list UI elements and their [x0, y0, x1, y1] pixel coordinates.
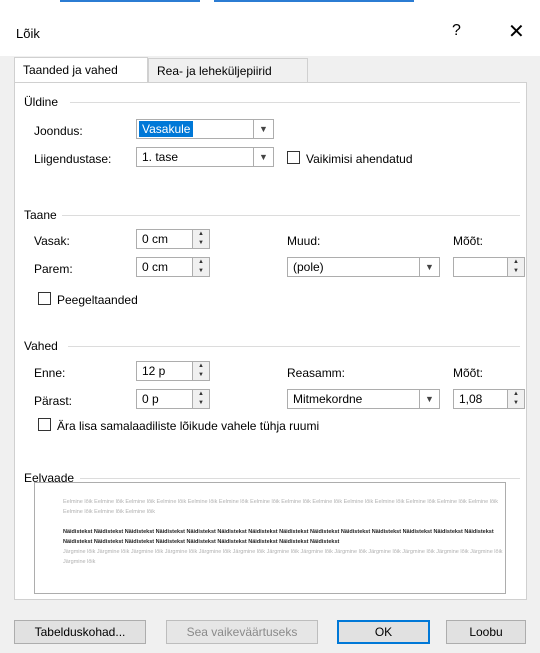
cancel-button[interactable]: Loobu	[446, 620, 526, 644]
alignment-value: Vasakule	[139, 121, 194, 137]
alignment-select[interactable]: Vasakule ▼	[136, 119, 274, 139]
special-indent-label: Muud:	[287, 234, 321, 248]
right-indent-label: Parem:	[34, 262, 73, 276]
dont-add-space-label: Ära lisa samalaadiliste lõikude vahele t…	[57, 419, 320, 433]
right-indent-value: 0 cm	[142, 260, 169, 274]
spin-down-icon[interactable]: ▼	[508, 267, 524, 276]
spacing-before-label: Enne:	[34, 366, 66, 380]
section-general-label: Üldine	[24, 95, 59, 109]
chevron-down-icon[interactable]: ▼	[419, 390, 439, 408]
spacing-after-input[interactable]: 0 p ▲ ▼	[136, 389, 210, 409]
tab-line-and-page-breaks[interactable]: Rea- ja leheküljepiirid	[148, 58, 308, 82]
section-divider	[62, 215, 520, 216]
outline-level-label: Liigendustase:	[34, 152, 112, 166]
spinner[interactable]: ▲ ▼	[192, 258, 209, 276]
section-divider	[68, 346, 520, 347]
spinner[interactable]: ▲ ▼	[192, 230, 209, 248]
indent-by-input[interactable]: ▲ ▼	[453, 257, 525, 277]
section-indentation-label: Taane	[24, 208, 57, 222]
chevron-down-icon[interactable]: ▼	[253, 120, 273, 138]
spinner[interactable]: ▲ ▼	[507, 390, 524, 408]
spinner[interactable]: ▲ ▼	[192, 362, 209, 380]
collapsed-checkbox[interactable]	[287, 151, 300, 164]
spin-down-icon[interactable]: ▼	[508, 399, 524, 408]
outline-level-select[interactable]: 1. tase ▼	[136, 147, 274, 167]
spinner[interactable]: ▲ ▼	[507, 258, 524, 276]
tab-indents-and-spacing[interactable]: Taanded ja vahed	[14, 57, 148, 83]
section-spacing-label: Vahed	[24, 339, 58, 353]
title-accent-line	[214, 0, 414, 2]
spin-down-icon[interactable]: ▼	[193, 239, 209, 248]
special-indent-select[interactable]: (pole) ▼	[287, 257, 440, 277]
ok-button[interactable]: OK	[337, 620, 430, 644]
special-indent-value: (pole)	[293, 260, 324, 274]
line-spacing-at-label: Mõõt:	[453, 366, 484, 380]
spin-down-icon[interactable]: ▼	[193, 399, 209, 408]
spinner[interactable]: ▲ ▼	[192, 390, 209, 408]
spacing-before-input[interactable]: 12 p ▲ ▼	[136, 361, 210, 381]
line-spacing-select[interactable]: Mitmekordne ▼	[287, 389, 440, 409]
mirror-indents-checkbox[interactable]	[38, 292, 51, 305]
left-indent-label: Vasak:	[34, 234, 70, 248]
left-indent-input[interactable]: 0 cm ▲ ▼	[136, 229, 210, 249]
chevron-down-icon[interactable]: ▼	[253, 148, 273, 166]
section-divider	[70, 102, 520, 103]
spacing-after-value: 0 p	[142, 392, 159, 406]
tab-label: Rea- ja leheküljepiirid	[157, 64, 272, 78]
right-indent-input[interactable]: 0 cm ▲ ▼	[136, 257, 210, 277]
collapsed-label: Vaikimisi ahendatud	[306, 152, 413, 166]
line-spacing-at-input[interactable]: 1,08 ▲ ▼	[453, 389, 525, 409]
spin-down-icon[interactable]: ▼	[193, 371, 209, 380]
spacing-after-label: Pärast:	[34, 394, 73, 408]
paragraph-preview: Eelmine lõik Eelmine lõik Eelmine lõik E…	[34, 482, 506, 594]
preview-previous-paragraph: Eelmine lõik Eelmine lõik Eelmine lõik E…	[63, 499, 498, 515]
section-divider	[80, 478, 520, 479]
line-spacing-at-value: 1,08	[459, 392, 483, 406]
line-spacing-label: Reasamm:	[287, 366, 346, 380]
left-indent-value: 0 cm	[142, 232, 169, 246]
close-icon[interactable]: ✕	[508, 19, 525, 44]
dont-add-space-checkbox[interactable]	[38, 418, 51, 431]
preview-next-paragraph: Järgmine lõik Järgmine lõik Järgmine lõi…	[63, 549, 503, 565]
tab-label: Taanded ja vahed	[23, 63, 118, 77]
tabs-button[interactable]: Tabelduskohad...	[14, 620, 146, 644]
outline-level-value: 1. tase	[142, 150, 179, 164]
dialog-title: Lõik	[16, 26, 40, 41]
spacing-before-value: 12 p	[142, 364, 166, 378]
set-as-default-button[interactable]: Sea vaikeväärtuseks	[166, 620, 318, 644]
indent-by-label: Mõõt:	[453, 234, 484, 248]
alignment-label: Joondus:	[34, 124, 83, 138]
help-button[interactable]: ?	[452, 22, 461, 40]
spin-down-icon[interactable]: ▼	[193, 267, 209, 276]
preview-sample-paragraph: Näidistekst Näidistekst Näidistekst Näid…	[63, 529, 494, 545]
chevron-down-icon[interactable]: ▼	[419, 258, 439, 276]
line-spacing-value: Mitmekordne	[293, 392, 363, 406]
mirror-indents-label: Peegeltaanded	[57, 293, 138, 307]
title-accent-line	[60, 0, 200, 2]
